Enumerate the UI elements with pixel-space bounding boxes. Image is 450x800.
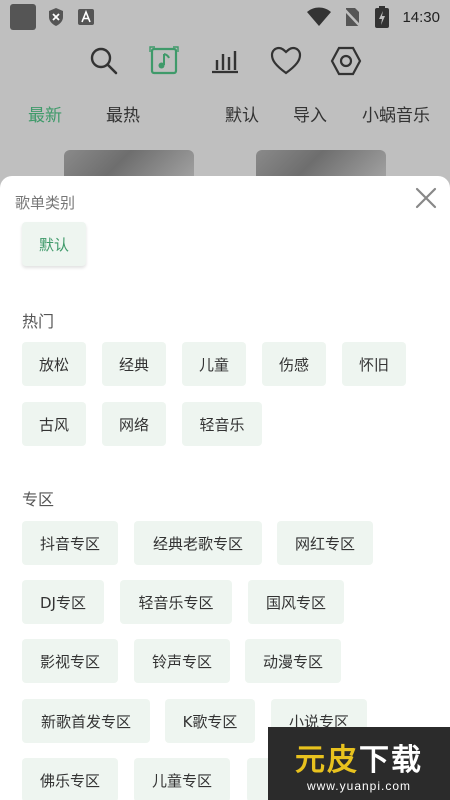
chip-zone[interactable]: 国风专区 <box>248 580 344 624</box>
chip-popular[interactable]: 轻音乐 <box>182 402 262 446</box>
chip-zone[interactable]: 抖音专区 <box>22 521 118 565</box>
chip-popular[interactable]: 网络 <box>102 402 166 446</box>
tab-hottest[interactable]: 最热 <box>106 101 140 126</box>
top-nav <box>0 38 450 84</box>
chip-zone[interactable]: 影视专区 <box>22 639 118 683</box>
heart-icon[interactable] <box>269 44 303 78</box>
chip-zone[interactable]: 新歌首发专区 <box>22 699 150 743</box>
music-note-icon[interactable] <box>147 44 181 78</box>
chip-popular[interactable]: 放松 <box>22 342 86 386</box>
watermark-logo: 元皮下载 www.yuanpi.com <box>268 727 450 800</box>
chip-zone[interactable]: K歌专区 <box>165 699 255 743</box>
shield-x-icon <box>46 7 66 27</box>
tab-snail-music[interactable]: 小蜗音乐 <box>362 101 430 126</box>
chip-popular[interactable]: 伤感 <box>262 342 326 386</box>
font-a-icon <box>76 7 96 27</box>
chip-zone[interactable]: 经典老歌专区 <box>134 521 262 565</box>
hexagon-settings-icon[interactable] <box>329 44 363 78</box>
chip-default[interactable]: 默认 <box>22 222 86 266</box>
chip-popular[interactable]: 怀旧 <box>342 342 406 386</box>
chip-zone[interactable]: 铃声专区 <box>134 639 230 683</box>
status-bar: 14:30 <box>0 0 450 34</box>
close-icon[interactable] <box>414 186 438 210</box>
category-sheet: 歌单类别 默认 热门 放松 经典 儿童 伤感 怀旧 古风 网络 轻音乐 专区 抖… <box>0 176 450 800</box>
tab-default[interactable]: 默认 <box>225 101 259 126</box>
status-time: 14:30 <box>402 8 440 26</box>
sheet-title: 歌单类别 <box>15 194 76 212</box>
no-sim-icon <box>342 7 362 27</box>
section-label-popular: 热门 <box>22 312 55 331</box>
chip-zone[interactable]: 动漫专区 <box>245 639 341 683</box>
bar-chart-icon[interactable] <box>208 44 242 78</box>
chip-popular[interactable]: 经典 <box>102 342 166 386</box>
chip-zone[interactable]: DJ专区 <box>22 580 104 624</box>
watermark-url: www.yuanpi.com <box>306 778 412 793</box>
section-label-zone: 专区 <box>22 490 55 509</box>
chip-zone[interactable]: 网红专区 <box>277 521 373 565</box>
chip-popular[interactable]: 儿童 <box>182 342 246 386</box>
tab-newest[interactable]: 最新 <box>28 101 62 126</box>
tab-import[interactable]: 导入 <box>293 101 327 126</box>
battery-charging-icon <box>372 6 392 28</box>
chip-zone[interactable]: 轻音乐专区 <box>120 580 232 624</box>
watermark-yellow-text: 元皮 <box>295 742 359 778</box>
watermark-white-text: 下载 <box>359 742 423 778</box>
chip-zone[interactable]: 儿童专区 <box>134 758 230 800</box>
chip-popular[interactable]: 古风 <box>22 402 86 446</box>
search-icon[interactable] <box>87 44 121 78</box>
app-square-icon <box>10 4 36 30</box>
chip-zone[interactable]: 佛乐专区 <box>22 758 118 800</box>
tab-row: 最新 最热 默认 导入 小蜗音乐 <box>0 96 450 130</box>
wifi-icon <box>306 7 332 27</box>
